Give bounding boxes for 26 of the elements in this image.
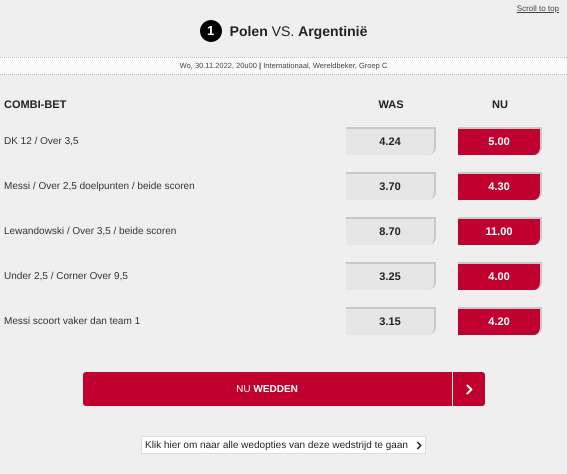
new-odds-button[interactable]: 4.00 xyxy=(458,262,542,290)
bet-description: Under 2,5 / Corner Over 9,5 xyxy=(4,270,129,284)
next-button[interactable] xyxy=(452,372,484,406)
match-title: Polen VS. Argentinië xyxy=(230,22,368,41)
old-odds-button[interactable]: 4.24 xyxy=(346,127,436,155)
chevron-right-icon xyxy=(416,440,422,450)
bet-now-button[interactable]: NU WEDDEN xyxy=(82,372,452,406)
chevron-right-icon xyxy=(464,384,472,394)
new-odds-button[interactable]: 11.00 xyxy=(458,217,542,245)
old-odds-button[interactable]: 3.70 xyxy=(346,172,436,200)
new-odds-button[interactable]: 4.20 xyxy=(458,307,542,335)
bet-description: Messi / Over 2,5 doelpunten / beide scoren xyxy=(4,180,196,194)
bet-description: Messi scoort vaker dan team 1 xyxy=(4,314,142,328)
all-bet-options-link[interactable]: Klik hier om naar alle wedopties van deze wedstrijd te gaan xyxy=(141,436,426,454)
match-number-badge: 1 xyxy=(200,20,222,42)
old-odds-button[interactable]: 3.15 xyxy=(346,307,436,335)
bet-description: Lewandowski / Over 3,5 / beide scoren xyxy=(4,224,178,238)
old-odds-button[interactable]: 8.70 xyxy=(346,217,436,245)
column-header: WAS xyxy=(377,98,405,113)
old-odds-button[interactable]: 3.25 xyxy=(346,262,436,290)
column-header: COMBI-BET xyxy=(4,98,68,113)
scroll-to-top-link[interactable]: Scroll to top xyxy=(516,3,559,15)
new-odds-button[interactable]: 5.00 xyxy=(458,127,542,155)
bet-description: DK 12 / Over 3,5 xyxy=(4,134,80,148)
new-odds-button[interactable]: 4.30 xyxy=(458,172,542,200)
column-header: NU xyxy=(491,98,509,113)
